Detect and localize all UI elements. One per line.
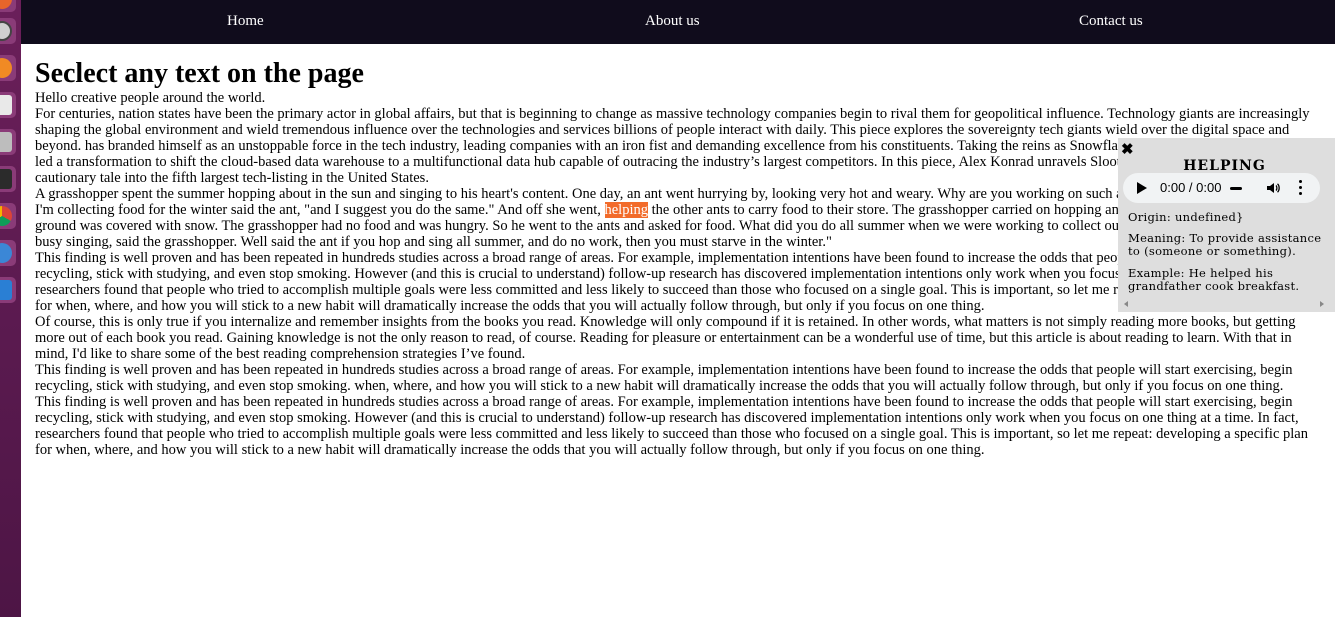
more-options-icon[interactable]	[1299, 180, 1303, 196]
dock-app-icon[interactable]	[0, 0, 16, 12]
scroll-left-arrow-icon[interactable]	[1124, 301, 1128, 307]
play-icon[interactable]	[1137, 182, 1147, 194]
horizontal-scrollbar[interactable]	[1122, 300, 1326, 308]
chrome-icon[interactable]	[0, 203, 16, 229]
close-icon[interactable]: ✖	[1121, 141, 1134, 157]
firefox-icon[interactable]	[0, 55, 16, 81]
nav-contact-link[interactable]: Contact us	[1079, 13, 1143, 30]
word-origin: Origin: undefined}	[1128, 210, 1244, 224]
terminal-icon[interactable]	[0, 166, 16, 192]
files-icon[interactable]	[0, 92, 16, 118]
pronunciation-audio-player[interactable]: 0:00 / 0:00	[1123, 173, 1320, 203]
dock-app-icon[interactable]	[0, 129, 16, 155]
paragraph-implementation-2: This finding is well proven and has been…	[35, 362, 1293, 394]
page-title: Seclect any text on the page	[35, 58, 364, 89]
volume-icon[interactable]	[1266, 181, 1280, 195]
scroll-right-arrow-icon[interactable]	[1320, 301, 1324, 307]
os-dock	[0, 0, 21, 617]
dock-app-icon[interactable]	[0, 240, 16, 266]
nav-about-link[interactable]: About us	[645, 13, 700, 30]
paragraph-reading: Of course, this is only true if you inte…	[35, 314, 1296, 362]
audio-progress-bar[interactable]	[1230, 187, 1242, 190]
dock-app-icon[interactable]	[0, 18, 16, 44]
word-meaning: Meaning: To provide assistance to (someo…	[1128, 231, 1322, 258]
selected-word-highlight[interactable]: helping	[604, 202, 648, 218]
popup-word-title: HELPING	[1183, 158, 1266, 174]
word-example: Example: He helped his grandfather cook …	[1128, 266, 1300, 293]
top-navbar: Home About us Contact us	[21, 0, 1335, 44]
audio-time: 0:00 / 0:00	[1160, 180, 1222, 195]
paragraph-implementation-3: This finding is well proven and has been…	[35, 394, 1308, 458]
nav-home-link[interactable]: Home	[227, 13, 264, 30]
dock-app-icon[interactable]	[0, 277, 16, 303]
intro-paragraph: Hello creative people around the world.	[35, 90, 266, 106]
dictionary-popup: ✖ HELPING 0:00 / 0:00 Origin: undefined}…	[1118, 138, 1335, 312]
